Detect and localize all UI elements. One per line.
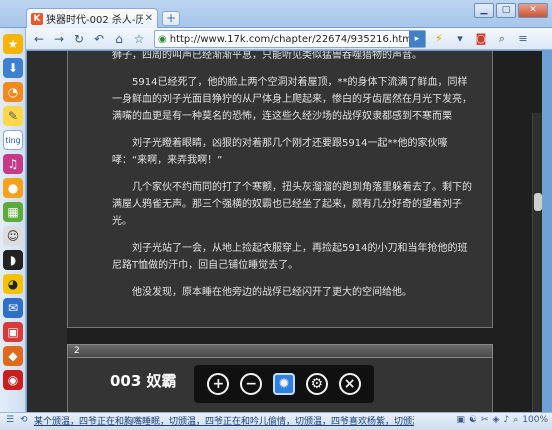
translate-icon[interactable]: ☯ (469, 415, 477, 425)
star-icon[interactable]: ★ (3, 34, 23, 54)
ting-icon[interactable]: ting (3, 130, 23, 150)
maximize-button[interactable]: ▢ (496, 3, 516, 18)
zoom-out-button[interactable]: − (240, 373, 263, 395)
site-favicon-icon: K (31, 12, 43, 25)
chapter-number-bar: 2 (67, 344, 493, 358)
security-icon[interactable]: ◈ (493, 415, 500, 425)
rss-icon[interactable]: ◔ (3, 82, 23, 102)
download-icon[interactable]: ⬇ (3, 58, 23, 78)
refresh-icon[interactable]: ↻ (70, 30, 88, 48)
search-icon[interactable]: ⌕ (493, 30, 511, 48)
paragraph: 他没发现，原本睡在他旁边的战俘已经闪开了更大的空间给他。 (132, 287, 412, 298)
forward-arrow-icon[interactable]: → (50, 30, 68, 48)
record-icon[interactable]: ◉ (3, 370, 23, 390)
shield-icon[interactable]: ◆ (3, 346, 23, 366)
close-reader-button[interactable]: × (338, 373, 361, 395)
taobao-icon[interactable]: ● (3, 178, 23, 198)
pacman-icon[interactable]: ◕ (3, 274, 23, 294)
app-icon[interactable]: ▣ (456, 415, 465, 425)
navigation-toolbar: ← → ↻ ↶ ⌂ ☆ ◉ http://www.17k.com/chapter… (0, 28, 552, 50)
back-arrow-icon[interactable]: ← (30, 30, 48, 48)
home-icon[interactable]: ⌂ (110, 30, 128, 48)
paragraph: 狮子，四周的叫声已经渐渐平息，只能听见类似猛兽吞噬猎物的声音。 (112, 51, 422, 61)
bookmark-icon[interactable]: ☰ (6, 415, 14, 425)
minimize-button[interactable]: ▁ (474, 3, 494, 18)
undo-icon[interactable]: ↶ (90, 30, 108, 48)
paragraph: 刘子光站了一会，从地上捡起衣服穿上，再捡起5914的小刀和当年抢他的班尼路T恤做… (112, 243, 468, 271)
music-icon[interactable]: ♫ (3, 154, 23, 174)
scrollbar[interactable] (532, 113, 542, 415)
tab-close-icon[interactable]: ✕ (145, 13, 153, 24)
new-tab-button[interactable]: + (162, 11, 180, 26)
brightness-icon[interactable]: ✹ (272, 373, 295, 395)
address-bar[interactable]: ◉ http://www.17k.com/chapter/22674/93521… (154, 30, 426, 48)
zoom-in-button[interactable]: + (207, 373, 230, 395)
toolbar-right: ⚡ ▾ ◙ ⌕ ≡ (430, 30, 532, 48)
dropdown-icon[interactable]: ▾ (451, 30, 469, 48)
paragraph: 几个家伙不约而同的打了个寒颤，扭头灰溜溜的跑到角落里躲着去了。剩下的满屋人鸦雀无… (112, 182, 472, 227)
browser-tab[interactable]: K 狭器时代-002 杀人-历史小说-… ✕ (26, 8, 158, 28)
note-icon[interactable]: ✎ (3, 106, 23, 126)
page-background (27, 51, 67, 415)
chapter-text-panel: 狮子，四周的叫声已经渐渐平息，只能听见类似猛兽吞噬猎物的声音。 5914已经死了… (67, 51, 493, 328)
search-engine-icon[interactable]: ◙ (472, 30, 490, 48)
page-content: 狮子，四周的叫声已经渐渐平息，只能听见类似猛兽吞噬猎物的声音。 5914已经死了… (27, 51, 542, 415)
game-icon[interactable]: ▦ (3, 202, 23, 222)
page-icon: ◉ (158, 33, 167, 45)
tab-strip: K 狭器时代-002 杀人-历史小说-… ✕ + ▁ ▢ ✕ (0, 0, 552, 28)
speed-mode-icon[interactable]: ⚡ (430, 30, 448, 48)
screenshot-icon[interactable]: ✂ (481, 415, 489, 425)
reader-toolbar: + − ✹ ⚙ × (194, 365, 374, 403)
volume-icon[interactable]: ♪ (503, 415, 509, 425)
status-bar: ☰ ⟲ 某个颁温，四爷正在和胸嘴睡眠，切颁温，四爷正在和吟儿偷情，切颁温，四爷喜… (0, 412, 552, 430)
chat-icon[interactable]: ☺ (3, 226, 23, 246)
refresh-small-icon[interactable]: ⟲ (20, 415, 28, 425)
cat-icon[interactable]: ◗ (3, 250, 23, 270)
chapter-title: 003 奴霸 (110, 372, 177, 390)
zoom-icon[interactable]: ⌕ (513, 415, 518, 425)
status-tools: ▣ ☯ ✂ ◈ ♪ ⌕ 100% (456, 415, 548, 425)
sidebar: ★ ⬇ ◔ ✎ ting ♫ ● ▦ ☺ ◗ ◕ ✉ ▣ ◆ ◉ (0, 28, 26, 415)
status-marquee[interactable]: 某个颁温，四爷正在和胸嘴睡眠，切颁温，四爷正在和吟儿偷情，切颁温，四爷喜欢杨紫，… (34, 414, 414, 427)
settings-button[interactable]: ⚙ (305, 373, 328, 395)
close-window-button[interactable]: ✕ (518, 3, 548, 18)
paragraph: 5914已经死了，他的脸上两个空洞对着屋顶，**的身体下流满了鲜血，同样一身鲜血… (112, 77, 472, 122)
url-text[interactable]: http://www.17k.com/chapter/22674/935216.… (170, 34, 409, 45)
scrollbar-thumb[interactable] (534, 193, 542, 211)
zoom-level[interactable]: 100% (522, 415, 548, 425)
window-controls: ▁ ▢ ✕ (474, 3, 548, 18)
go-button[interactable]: ▸ (409, 31, 425, 47)
bag-icon[interactable]: ▣ (3, 322, 23, 342)
paragraph: 刘子光瞪着眼睛，凶狠的对着那几个刚才还要跟5914一起**他的家伙嚎哮：“来啊，… (112, 138, 448, 166)
tab-title: 狭器时代-002 杀人-历史小说-… (46, 15, 143, 26)
favorites-icon[interactable]: ☆ (130, 30, 148, 48)
mail-icon[interactable]: ✉ (3, 298, 23, 318)
menu-icon[interactable]: ≡ (514, 30, 532, 48)
